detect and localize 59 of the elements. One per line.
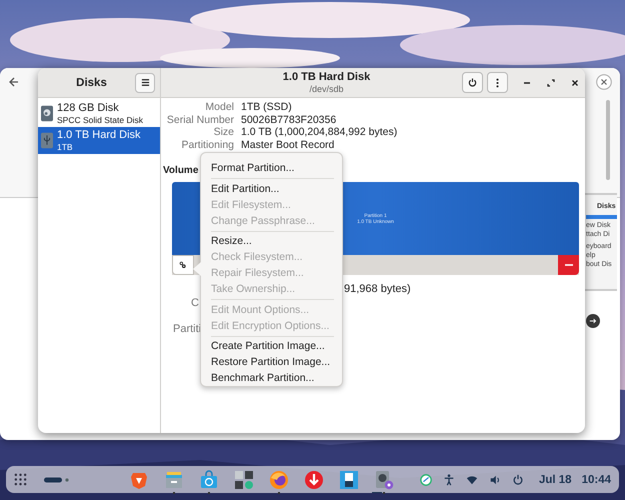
menu-icon — [140, 78, 150, 87]
minus-icon — [564, 264, 572, 266]
workspace-indicator[interactable] — [44, 476, 70, 482]
menu-item[interactable]: Create Partition Image... — [211, 338, 342, 354]
menu-button[interactable] — [135, 72, 155, 92]
window-title: 1.0 TB Hard Disk — [282, 70, 370, 84]
fox-globe-icon[interactable] — [269, 470, 289, 490]
power-icon — [468, 78, 477, 87]
menu-item[interactable]: Benchmark Partition... — [211, 370, 342, 386]
more-button[interactable] — [487, 72, 508, 93]
sidebar-title: Disks — [75, 76, 108, 88]
disk-list-item[interactable]: 128 GB Disk SPCC Solid State Disk — [38, 100, 160, 127]
shopping-bag-icon[interactable] — [199, 470, 219, 490]
window-subtitle: /dev/sdb — [309, 84, 344, 94]
power-icon[interactable] — [512, 474, 524, 486]
delete-partition-button[interactable] — [558, 255, 579, 275]
disk-list-item[interactable]: 1.0 TB Hard Disk 1TB — [38, 127, 160, 154]
disk-subtitle: 1TB — [57, 142, 74, 152]
app-grid-icon[interactable] — [14, 473, 27, 486]
maximize-button[interactable] — [546, 78, 556, 88]
field-value: Master Boot Record — [241, 138, 336, 151]
scrollbar[interactable] — [606, 100, 610, 180]
download-icon[interactable] — [304, 470, 324, 490]
field-value: 91,968 bytes) — [344, 283, 411, 296]
date-text[interactable]: Jul 18 — [538, 474, 572, 486]
disk-name: 128 GB Disk — [57, 102, 120, 115]
wifi-icon[interactable] — [466, 474, 478, 486]
field-value: 1.0 TB (1,000,204,884,992 bytes) — [241, 126, 398, 138]
close-button[interactable] — [570, 78, 580, 88]
sync-icon[interactable] — [420, 474, 432, 486]
disk-icon[interactable] — [374, 470, 394, 490]
field-label: Partitioning — [180, 138, 234, 151]
disk-name: 1.0 TB Hard Disk — [57, 129, 141, 142]
gears-icon — [179, 261, 187, 269]
menu-item[interactable]: Edit Partition... — [211, 180, 342, 196]
field-label: Model — [204, 101, 234, 114]
menu-item[interactable]: Format Partition... — [211, 160, 342, 176]
accessibility-icon[interactable] — [442, 474, 455, 486]
field-label: Serial Number — [166, 114, 234, 126]
usb-icon — [41, 132, 53, 149]
disk-subtitle: SPCC Solid State Disk — [57, 115, 143, 125]
field-label: Partiti — [173, 323, 202, 336]
back-arrow-icon[interactable] — [8, 76, 20, 88]
drawer-icon[interactable] — [164, 470, 184, 490]
volume-icon[interactable] — [488, 474, 501, 486]
field-value: 1TB (SSD) — [241, 101, 293, 114]
kebab-icon — [496, 78, 499, 88]
menu-item[interactable]: Restore Partition Image... — [211, 354, 342, 370]
menu-item[interactable]: Resize... — [211, 233, 342, 249]
power-button[interactable] — [462, 72, 483, 93]
section-heading: Volume — [163, 165, 198, 176]
field-label: Size — [212, 126, 234, 138]
field-value: 50026B7783F20356 — [241, 114, 338, 126]
usb-drive-icon[interactable] — [339, 470, 359, 490]
time-text[interactable]: 10:44 — [582, 474, 611, 486]
selection-bar — [586, 215, 617, 219]
calculator-icon[interactable] — [234, 470, 254, 490]
settings-button[interactable] — [172, 255, 194, 275]
field-label: C — [191, 297, 199, 310]
